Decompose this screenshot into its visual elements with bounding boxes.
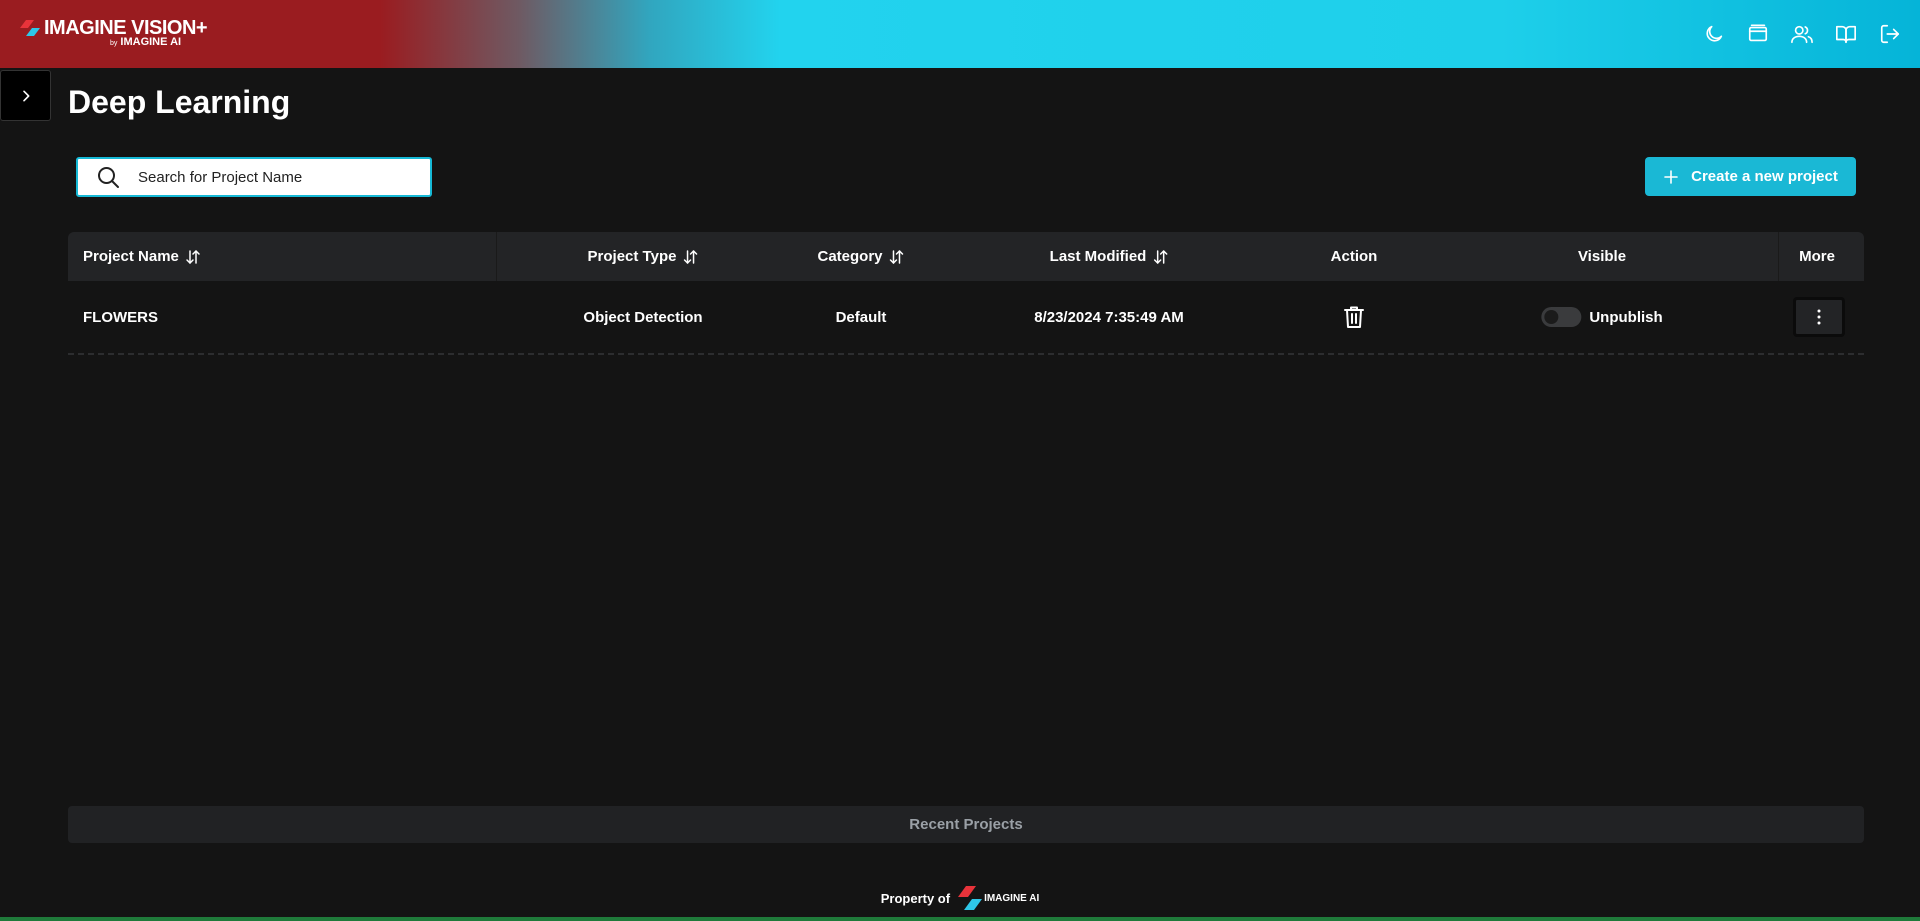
column-divider — [496, 232, 497, 281]
footer-logo: IMAGINE AI — [958, 886, 1039, 910]
column-label: Project Name — [83, 248, 179, 265]
toggle-knob — [1544, 310, 1559, 324]
column-label: More — [1799, 248, 1835, 265]
column-label: Visible — [1577, 248, 1627, 265]
footer-property-label: Property of — [880, 890, 951, 906]
column-header-last-modified[interactable]: Last Modified — [1050, 232, 1169, 281]
brand-by: by — [110, 40, 118, 47]
brand-subtitle: by IMAGINE AI — [110, 36, 181, 48]
cell-last-modified: 8/23/2024 7:35:49 AM — [1034, 308, 1184, 326]
column-label: Category — [817, 248, 883, 265]
brand-logo[interactable]: IMAGINE VISION+ by IMAGINE AI — [20, 17, 208, 49]
page-title: Deep Learning — [68, 84, 291, 120]
column-header-more: More — [1799, 232, 1835, 281]
imagine-ai-logo-icon — [958, 886, 983, 910]
search-input[interactable] — [138, 162, 418, 192]
column-header-visible: Visible — [1578, 232, 1626, 281]
top-bar: IMAGINE VISION+ by IMAGINE AI — [0, 0, 1920, 68]
column-header-category[interactable]: Category — [817, 232, 904, 281]
chevron-right-icon — [22, 90, 29, 101]
recent-projects-bar[interactable]: Recent Projects — [68, 806, 1864, 843]
table-row[interactable]: FLOWERS Object Detection Default 8/23/20… — [68, 281, 1864, 355]
column-header-project-type[interactable]: Project Type — [588, 232, 699, 281]
users-icon[interactable] — [1788, 20, 1816, 48]
book-open-icon[interactable] — [1832, 20, 1860, 48]
footer-logo-text: IMAGINE AI — [984, 892, 1040, 904]
brand-mark-icon — [20, 20, 40, 36]
column-header-action: Action — [1331, 232, 1378, 281]
header-icons — [1700, 20, 1904, 48]
visible-label: Unpublish — [1589, 308, 1663, 326]
cell-project-type: Object Detection — [583, 308, 703, 326]
sort-icon — [186, 249, 200, 264]
search-box[interactable] — [76, 157, 432, 197]
moon-icon[interactable] — [1700, 20, 1728, 48]
recent-projects-label: Recent Projects — [909, 816, 1023, 833]
column-divider — [1778, 232, 1779, 281]
sort-icon — [1153, 249, 1168, 264]
sidebar-toggle-button[interactable] — [0, 70, 51, 121]
projects-table: Project Name Project Type Category Last … — [68, 232, 1864, 355]
column-label: Last Modified — [1049, 248, 1147, 265]
cell-project-name[interactable]: FLOWERS — [83, 281, 158, 353]
create-project-button[interactable]: Create a new project — [1645, 157, 1856, 196]
cell-visible: Unpublish — [1541, 281, 1663, 353]
cell-more — [1793, 281, 1845, 353]
visible-toggle[interactable] — [1541, 307, 1582, 327]
logout-icon[interactable] — [1876, 20, 1904, 48]
more-vertical-icon — [1817, 309, 1821, 325]
monitor-icon[interactable] — [1744, 20, 1772, 48]
trash-icon — [1344, 306, 1364, 328]
plus-icon — [1664, 169, 1678, 184]
column-label: Project Type — [587, 248, 677, 265]
cell-category: Default — [835, 308, 887, 326]
delete-button[interactable] — [1340, 303, 1368, 331]
more-options-button[interactable] — [1793, 297, 1845, 337]
column-label: Action — [1330, 248, 1378, 265]
footer: Property of IMAGINE AI — [0, 885, 1920, 911]
brand-company: IMAGINE AI — [120, 36, 182, 48]
search-icon — [98, 167, 119, 188]
sort-icon — [683, 249, 698, 264]
table-header: Project Name Project Type Category Last … — [68, 232, 1864, 281]
sort-icon — [889, 249, 904, 264]
create-project-label: Create a new project — [1691, 168, 1838, 185]
bottom-status-line — [0, 917, 1920, 921]
cell-action — [1340, 281, 1368, 353]
column-header-project-name[interactable]: Project Name — [83, 232, 201, 281]
